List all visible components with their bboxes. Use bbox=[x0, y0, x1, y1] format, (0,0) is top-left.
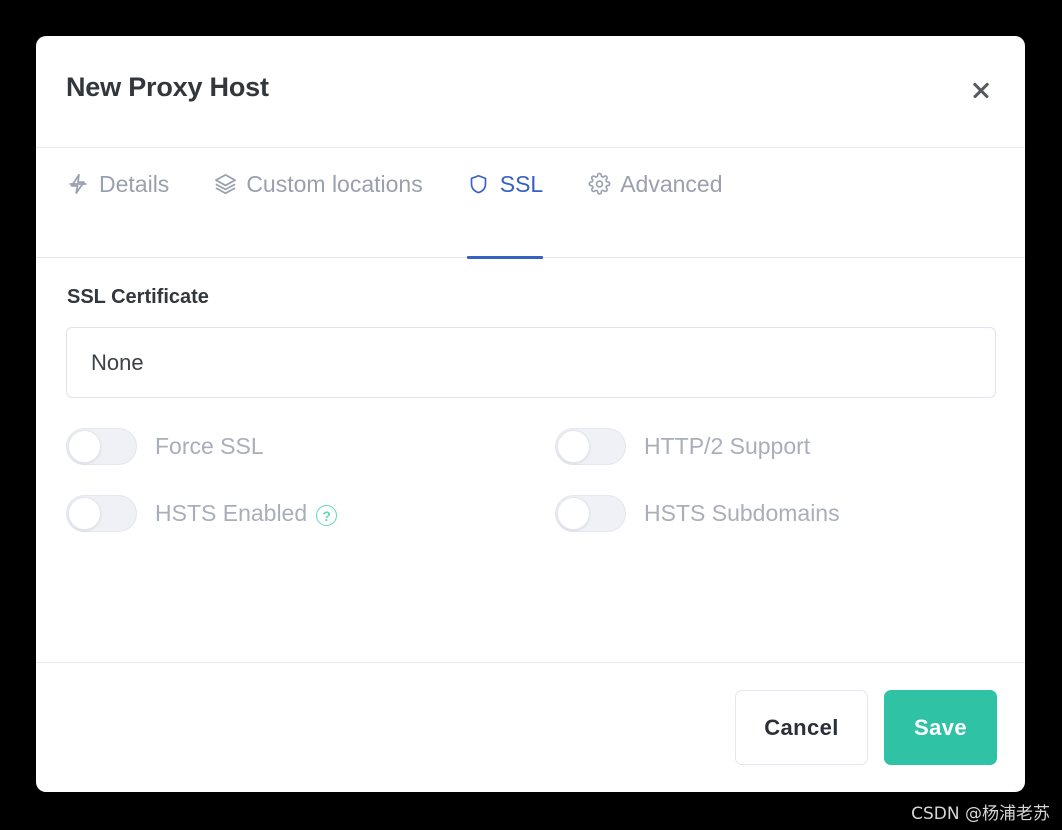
toggle-row-hsts-enabled[interactable]: HSTS Enabled ? bbox=[66, 495, 555, 532]
hsts-enabled-switch[interactable] bbox=[66, 495, 137, 532]
hsts-subdomains-label: HSTS Subdomains bbox=[644, 500, 840, 527]
tab-advanced-label: Advanced bbox=[620, 171, 723, 197]
hsts-subdomains-label-text: HSTS Subdomains bbox=[644, 500, 840, 526]
close-button[interactable] bbox=[961, 70, 1001, 110]
zap-icon bbox=[66, 170, 90, 198]
tab-details-label: Details bbox=[99, 171, 170, 197]
hsts-enabled-label: HSTS Enabled ? bbox=[155, 500, 338, 527]
dialog-tabs: Details Custom locations SSL Advanced bbox=[36, 148, 1025, 259]
save-button[interactable]: Save bbox=[884, 690, 997, 765]
force-ssl-label-text: Force SSL bbox=[155, 433, 264, 459]
force-ssl-switch[interactable] bbox=[66, 428, 137, 465]
ssl-certificate-select-value: None bbox=[91, 349, 144, 375]
gear-icon bbox=[587, 170, 611, 198]
http2-support-switch[interactable] bbox=[555, 428, 626, 465]
http2-support-label-text: HTTP/2 Support bbox=[644, 433, 811, 459]
toggle-row-http2-support[interactable]: HTTP/2 Support bbox=[555, 428, 995, 465]
force-ssl-label: Force SSL bbox=[155, 433, 264, 460]
help-icon[interactable]: ? bbox=[316, 505, 338, 526]
cancel-button[interactable]: Cancel bbox=[735, 690, 868, 765]
switch-knob bbox=[557, 430, 590, 463]
new-proxy-host-dialog: New Proxy Host Details Custom locations … bbox=[36, 36, 1025, 792]
tab-ssl-label: SSL bbox=[499, 171, 544, 197]
switch-knob bbox=[68, 430, 101, 463]
tab-custom-locations-label: Custom locations bbox=[246, 171, 423, 197]
http2-support-label: HTTP/2 Support bbox=[644, 433, 810, 460]
hsts-subdomains-switch[interactable] bbox=[555, 495, 626, 532]
tab-ssl[interactable]: SSL bbox=[466, 148, 544, 259]
dialog-title: New Proxy Host bbox=[66, 72, 269, 102]
ssl-panel: SSL Certificate None Force SSL HTTP/2 Su… bbox=[36, 258, 1025, 662]
tab-custom-locations[interactable]: Custom locations bbox=[213, 148, 423, 258]
dialog-footer: Cancel Save bbox=[36, 662, 1025, 792]
switch-knob bbox=[557, 497, 590, 530]
shield-icon bbox=[467, 170, 491, 198]
section-title-ssl-certificate: SSL Certificate bbox=[67, 286, 209, 308]
toggle-row-hsts-subdomains[interactable]: HSTS Subdomains bbox=[555, 495, 995, 532]
layers-icon bbox=[213, 170, 237, 198]
dialog-header: New Proxy Host bbox=[36, 36, 1025, 148]
hsts-enabled-label-text: HSTS Enabled bbox=[155, 500, 308, 526]
switch-knob bbox=[68, 497, 101, 530]
screen: New Proxy Host Details Custom locations … bbox=[0, 0, 1062, 830]
close-icon bbox=[971, 80, 991, 100]
ssl-certificate-select[interactable]: None bbox=[66, 327, 996, 398]
toggle-row-force-ssl[interactable]: Force SSL bbox=[66, 428, 555, 465]
watermark: CSDN @杨浦老苏 bbox=[911, 804, 1050, 824]
tab-details[interactable]: Details bbox=[66, 148, 169, 258]
ssl-options-grid: Force SSL HTTP/2 Support HSTS Enabled ? … bbox=[66, 428, 995, 532]
tab-advanced[interactable]: Advanced bbox=[587, 148, 723, 258]
